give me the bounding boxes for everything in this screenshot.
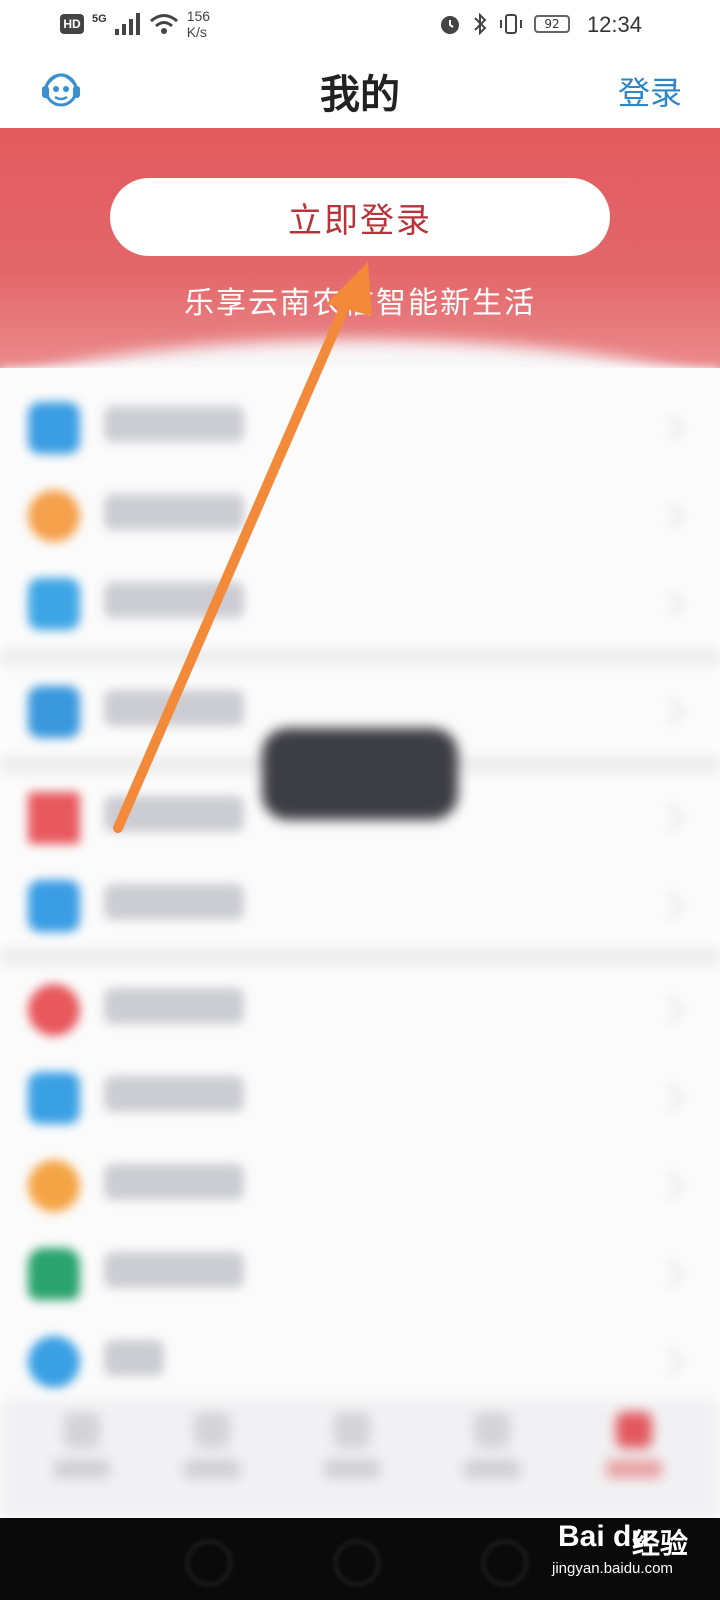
app-bar: 我的 登录 [0,50,720,128]
list-item[interactable] [0,1226,720,1314]
tab-finance[interactable] [182,1412,242,1492]
list-item[interactable] [0,1314,720,1402]
login-now-button[interactable]: 立即登录 [110,178,610,256]
tab-icon [64,1412,100,1448]
tab-home[interactable] [52,1412,112,1492]
tab-label [54,1460,110,1478]
list-item[interactable] [0,962,720,1050]
status-right: 92 [438,12,570,36]
tab-label [184,1460,240,1478]
speed-value: 156 [186,8,211,24]
menu-item-icon [28,578,80,630]
menu-item-label [104,494,244,530]
watermark-site: jingyan.baidu.com [552,1560,673,1577]
bluetooth-icon [474,12,487,36]
list-item[interactable] [0,1050,720,1138]
chevron-right-icon [657,1348,684,1375]
watermark-cn: 经验 [632,1527,689,1560]
bottom-tab-bar [0,1398,720,1518]
tab-life[interactable] [322,1412,382,1492]
slogan-text: 乐享云南农信智能新生活 [184,286,536,321]
menu-item-label [104,1252,244,1288]
menu-item-icon [28,1248,80,1300]
banner-wave [0,340,720,368]
menu-item-icon [28,1160,80,1212]
status-bar: HD 5G 156 K/s 92 12:34 [0,0,720,50]
profile-banner: 立即登录 乐享云南农信智能新生活 [0,128,720,368]
menu-item-label [104,406,244,442]
back-icon[interactable] [186,1540,232,1586]
menu-item-icon [28,490,80,542]
battery-indicator: 92 [534,15,570,33]
network-speed: 156 K/s [187,8,210,40]
menu-item-icon [28,1072,80,1124]
hd-badge: HD [60,14,84,34]
toast-message [262,728,458,820]
chevron-right-icon [657,996,684,1023]
tab-discover[interactable] [462,1412,522,1492]
tab-label [324,1460,380,1478]
network-type: 5G [92,13,107,25]
tab-icon [616,1412,652,1448]
login-link[interactable]: 登录 [618,68,682,114]
list-item[interactable] [0,380,720,468]
list-item[interactable] [0,468,720,556]
menu-item-icon [28,880,80,932]
menu-item-label [104,884,244,920]
page-title: 我的 [320,71,400,118]
list-item[interactable] [0,1138,720,1226]
chevron-right-icon [657,1172,684,1199]
chevron-right-icon [657,590,684,617]
menu-item-icon [28,402,80,454]
alarm-icon [441,16,459,34]
chevron-right-icon [657,1084,684,1111]
menu-item-label [104,582,244,618]
home-icon[interactable] [334,1540,380,1586]
vibrate-icon [500,14,522,34]
chevron-right-icon [657,892,684,919]
menu-item-icon [28,792,80,844]
tab-label [606,1460,662,1478]
menu-item-icon [28,686,80,738]
chevron-right-icon [657,698,684,725]
chevron-right-icon [657,502,684,529]
baidu-watermark: Bai du 经验 jingyan.baidu.com [548,1506,708,1586]
list-item[interactable] [0,858,720,946]
menu-item-label [104,1076,244,1112]
menu-item-icon [28,1336,80,1388]
tab-label [464,1460,520,1478]
tab-mine[interactable] [604,1412,664,1492]
menu-item-label [104,690,244,726]
chevron-right-icon [657,1260,684,1287]
tab-icon [194,1412,230,1448]
clock: 12:34 [586,12,642,37]
menu-item-label [104,1164,244,1200]
speed-unit: K/s [186,24,207,40]
signal-icon [114,13,140,35]
status-left: HD 5G 156 K/s [60,8,210,40]
menu-list [0,368,720,1398]
menu-item-icon [28,984,80,1036]
list-item[interactable] [0,556,720,644]
chevron-right-icon [657,414,684,441]
menu-item-label [104,988,244,1024]
tab-icon [334,1412,370,1448]
wifi-icon [149,14,178,34]
chevron-right-icon [657,804,684,831]
menu-item-label [104,1340,164,1376]
menu-item-label [104,796,244,832]
tab-icon [474,1412,510,1448]
recents-icon[interactable] [482,1540,528,1586]
